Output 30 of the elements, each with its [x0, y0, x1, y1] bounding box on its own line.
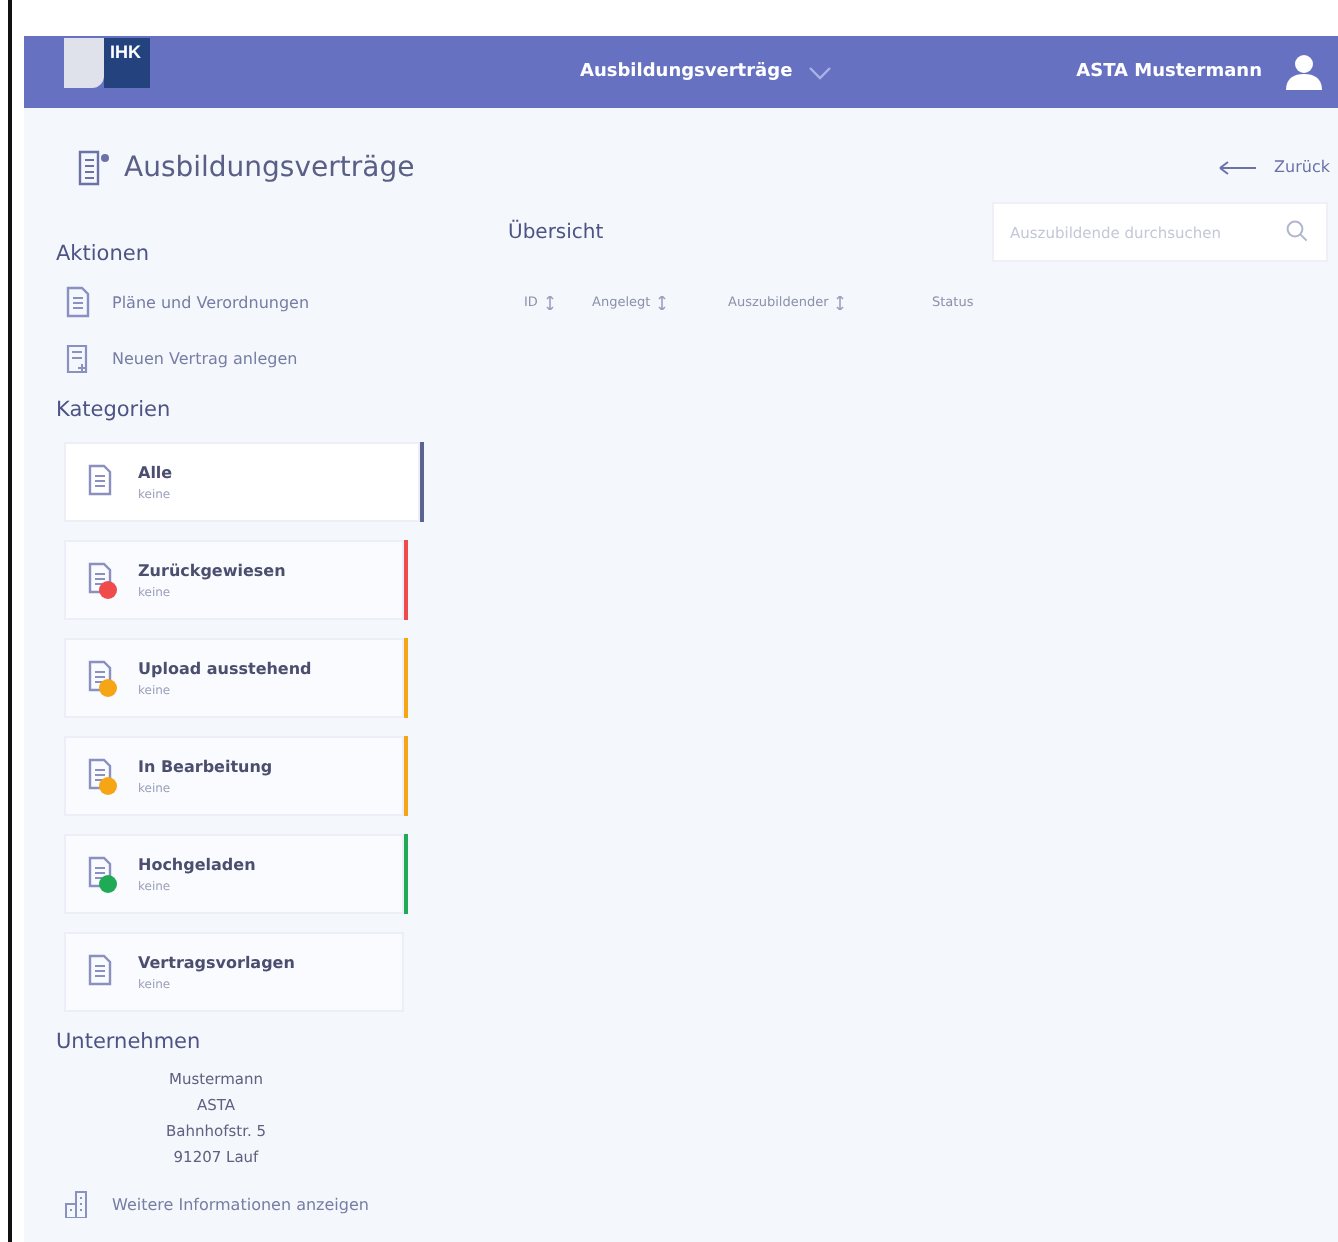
section-heading: Kategorien	[56, 398, 173, 422]
overview-title: Übersicht	[508, 221, 604, 243]
category-label: Upload ausstehend	[138, 659, 312, 677]
status-stripe	[404, 736, 408, 816]
status-stripe	[404, 540, 408, 620]
building-icon	[64, 1190, 92, 1218]
user-icon	[1286, 54, 1322, 91]
action-link[interactable]: Pläne und Verordnungen	[56, 286, 448, 318]
section-heading: Aktionen	[56, 242, 151, 266]
category-label: Zurückgewiesen	[138, 561, 286, 579]
info-link[interactable]: Weitere Informationen anzeigen	[56, 1190, 448, 1218]
document-icon	[64, 286, 92, 318]
category-label: Vertragsvorlagen	[138, 953, 295, 971]
status-stripe	[404, 638, 408, 718]
arrow-left-icon	[1218, 159, 1259, 176]
search-icon	[1286, 220, 1308, 242]
nav-menu[interactable]: Ausbildungsverträge	[580, 62, 833, 83]
category-label: Alle	[138, 463, 173, 481]
document-icon	[76, 149, 112, 186]
action-link[interactable]: Neuen Vertrag anlegen	[56, 342, 448, 374]
category-label: Hochgeladen	[138, 855, 256, 873]
category-label: In Bearbeitung	[138, 757, 273, 775]
page-title: Ausbildungsverträge	[124, 151, 415, 184]
user-menu[interactable]: ASTA Mustermann	[1076, 54, 1322, 91]
logo: IHK	[64, 37, 150, 88]
back-link[interactable]: Zurück	[1218, 158, 1330, 177]
section-heading: Unternehmen	[56, 1030, 203, 1054]
chevron-down-icon	[808, 65, 833, 80]
new-document-icon	[64, 342, 92, 374]
status-stripe	[404, 834, 408, 914]
